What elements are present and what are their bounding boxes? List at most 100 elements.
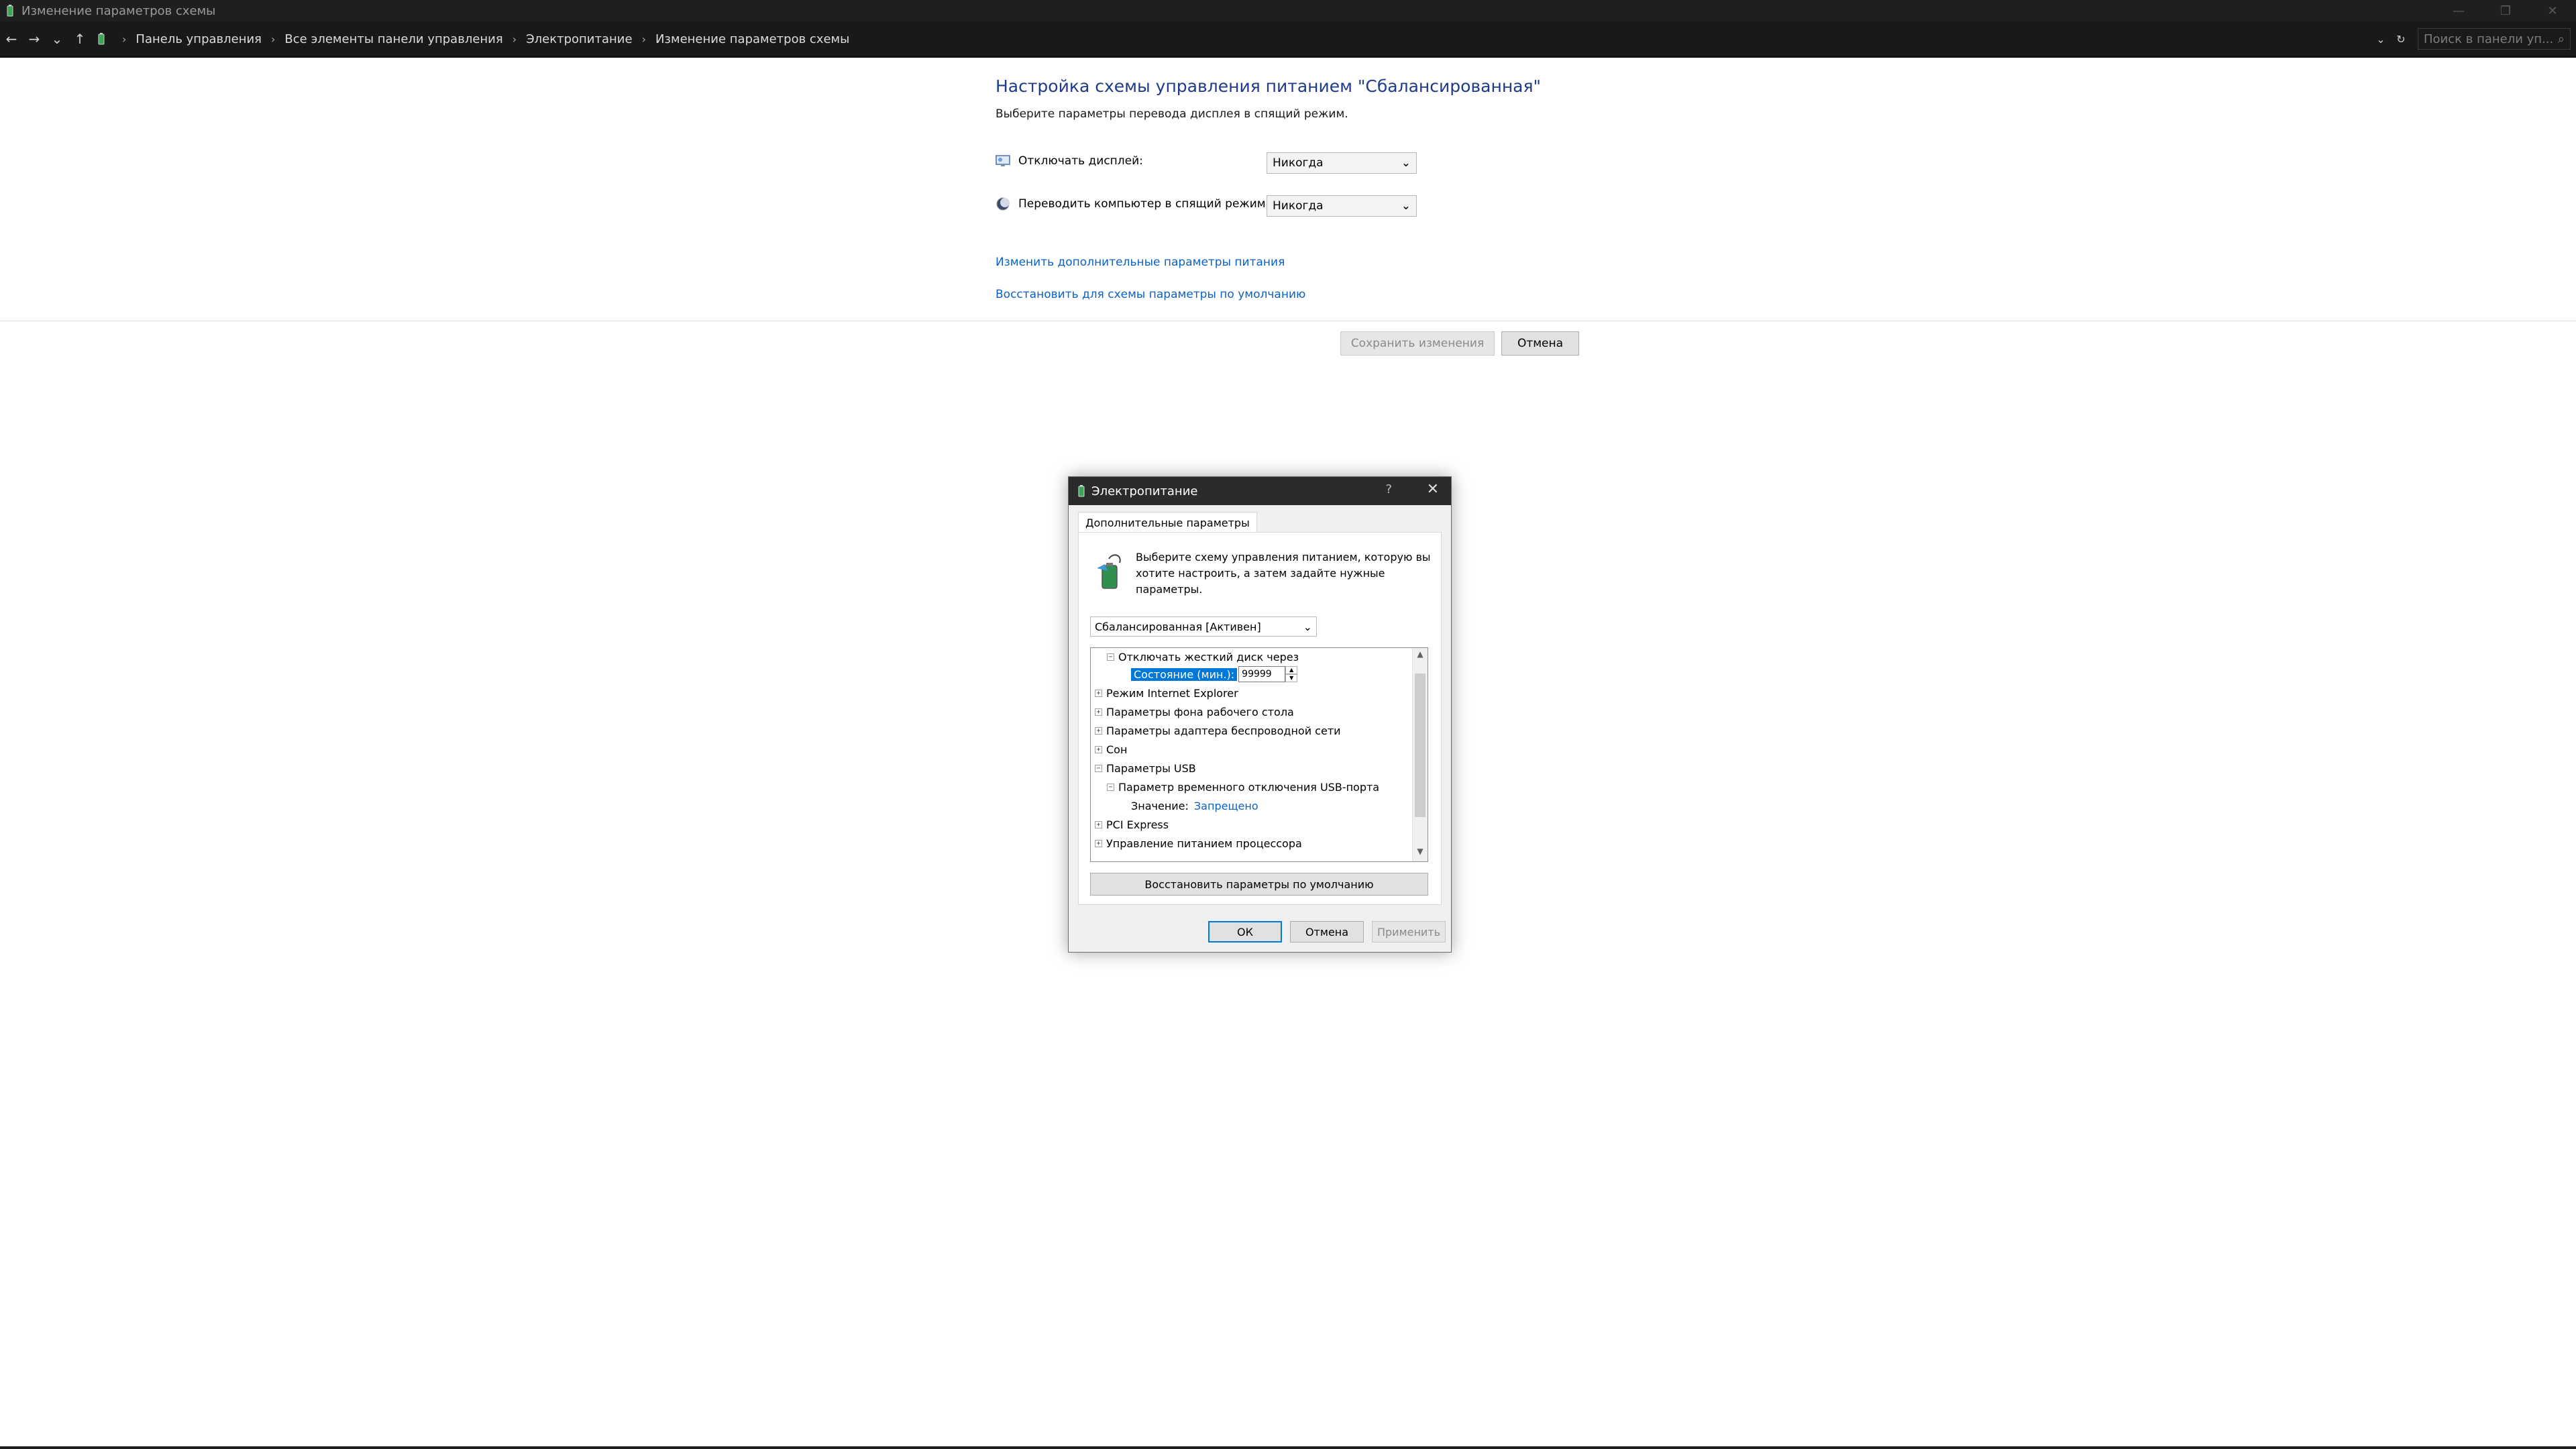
minutes-value[interactable]: 99999 xyxy=(1238,666,1286,682)
breadcrumb-item-edit-plan[interactable]: Изменение параметров схемы xyxy=(655,32,849,46)
recent-locations-button[interactable]: ⌄ xyxy=(46,25,68,52)
tree-label: Сон xyxy=(1106,743,1128,756)
sleep-label: Переводить компьютер в спящий режим: xyxy=(1018,197,1270,211)
expand-icon[interactable]: + xyxy=(1095,727,1102,735)
tree-item-usb-suspend[interactable]: − Параметр временного отключения USB-пор… xyxy=(1107,778,1379,796)
power-plan-icon xyxy=(1097,554,1121,589)
dialog-title: Электропитание xyxy=(1091,484,1198,498)
dialog-cancel-button[interactable]: Отмена xyxy=(1290,921,1364,943)
collapse-icon[interactable]: − xyxy=(1095,764,1102,772)
tree-label: Параметры адаптера беспроводной сети xyxy=(1106,724,1341,737)
scroll-down-icon[interactable]: ▼ xyxy=(1413,847,1428,860)
minutes-stepper[interactable]: 99999 ▲ ▼ xyxy=(1238,666,1298,682)
tree-label-selected: Состояние (мин.): xyxy=(1131,667,1238,681)
address-dropdown-icon[interactable]: ⌄ xyxy=(2371,33,2391,46)
tree-label: Параметры фона рабочего стола xyxy=(1106,705,1294,718)
settings-tree[interactable]: − Отключать жесткий диск через Состояние… xyxy=(1090,647,1428,862)
expand-icon[interactable]: + xyxy=(1095,745,1102,753)
tree-item-ie-mode[interactable]: + Режим Internet Explorer xyxy=(1095,684,1238,702)
search-input[interactable]: Поиск в панели уп... ⌕ xyxy=(2418,28,2571,50)
window-title: Изменение параметров схемы xyxy=(21,3,216,18)
display-off-label: Отключать дисплей: xyxy=(1018,154,1143,168)
tree-item-disk-state[interactable]: Состояние (мин.): 99999 ▲ ▼ xyxy=(1131,665,1298,683)
tree-label: Значение: xyxy=(1131,799,1189,812)
power-plan-select[interactable]: Сбалансированная [Активен] ⌄ xyxy=(1090,616,1317,637)
refresh-icon[interactable]: ↻ xyxy=(2391,33,2411,46)
up-button[interactable]: ↑ xyxy=(68,25,91,52)
breadcrumb-chevron-icon[interactable]: › xyxy=(513,33,517,46)
tree-label: Управление питанием процессора xyxy=(1106,837,1302,850)
save-changes-button[interactable]: Сохранить изменения xyxy=(1340,331,1495,356)
tree-item-cpu-power[interactable]: + Управление питанием процессора xyxy=(1095,835,1302,852)
close-button[interactable]: ✕ xyxy=(2529,0,2576,21)
window-titlebar: Изменение параметров схемы — ❐ ✕ xyxy=(0,0,2576,21)
monitor-icon xyxy=(996,155,1010,166)
dialog-titlebar: Электропитание ? ✕ xyxy=(1069,477,1451,505)
breadcrumb-item-power-options[interactable]: Электропитание xyxy=(526,32,632,46)
breadcrumb-item-all-items[interactable]: Все элементы панели управления xyxy=(284,32,502,46)
tree-item-pci-express[interactable]: + PCI Express xyxy=(1095,816,1169,833)
breadcrumb-item-control-panel[interactable]: Панель управления xyxy=(136,32,262,46)
minimize-button[interactable]: — xyxy=(2435,0,2482,21)
moon-icon xyxy=(996,197,1010,211)
sleep-select[interactable]: Никогда ⌄ xyxy=(1267,195,1417,217)
address-bar-actions: ⌄ ↻ Поиск в панели уп... ⌕ xyxy=(2371,21,2576,56)
chevron-down-icon: ⌄ xyxy=(1401,156,1411,170)
tree-label: Параметр временного отключения USB-порта xyxy=(1118,780,1380,794)
scroll-up-icon[interactable]: ▲ xyxy=(1413,649,1428,663)
power-plan-value: Сбалансированная [Активен] xyxy=(1095,620,1261,633)
window-controls: — ❐ ✕ xyxy=(2435,0,2576,21)
expand-icon[interactable]: + xyxy=(1095,689,1102,697)
search-icon: ⌕ xyxy=(2557,32,2565,46)
tree-item-usb-value[interactable]: Значение: Запрещено xyxy=(1131,797,1258,814)
advanced-settings-link[interactable]: Изменить дополнительные параметры питани… xyxy=(996,256,1285,269)
expand-icon[interactable]: + xyxy=(1095,708,1102,716)
tree-item-usb[interactable]: − Параметры USB xyxy=(1095,759,1196,777)
restore-button[interactable]: ❐ xyxy=(2482,0,2529,21)
forward-button[interactable]: → xyxy=(23,25,46,52)
tree-scrollbar[interactable]: ▲ ▼ xyxy=(1412,648,1428,861)
tree-label: Режим Internet Explorer xyxy=(1106,686,1238,700)
power-options-icon xyxy=(98,33,105,45)
tree-item-sleep[interactable]: + Сон xyxy=(1095,741,1127,758)
chevron-down-icon: ⌄ xyxy=(1303,620,1312,633)
dialog-description: Выберите схему управления питанием, кото… xyxy=(1136,551,1431,596)
close-icon[interactable]: ✕ xyxy=(1427,481,1439,498)
cancel-button[interactable]: Отмена xyxy=(1501,331,1579,356)
page-subtitle: Выберите параметры перевода дисплея в сп… xyxy=(996,107,1348,121)
search-placeholder: Поиск в панели уп... xyxy=(2424,32,2554,46)
breadcrumb-chevron-icon[interactable]: › xyxy=(642,33,646,46)
tab-advanced-settings[interactable]: Дополнительные параметры xyxy=(1078,512,1257,533)
power-options-icon xyxy=(7,5,13,17)
breadcrumb: › Панель управления › Все элементы панел… xyxy=(95,32,849,46)
apply-button[interactable]: Применить xyxy=(1372,921,1446,943)
chevron-down-icon: ⌄ xyxy=(1401,199,1411,213)
collapse-icon[interactable]: − xyxy=(1107,783,1114,791)
help-icon[interactable]: ? xyxy=(1385,482,1392,496)
expand-icon[interactable]: + xyxy=(1095,839,1102,847)
breadcrumb-chevron-icon[interactable]: › xyxy=(122,33,126,46)
stepper-arrows[interactable]: ▲ ▼ xyxy=(1285,666,1298,682)
stepper-up-icon[interactable]: ▲ xyxy=(1285,666,1298,674)
tree-label: Отключать жесткий диск через xyxy=(1118,650,1299,663)
breadcrumb-chevron-icon[interactable]: › xyxy=(271,33,275,46)
tree-item-hard-disk[interactable]: − Отключать жесткий диск через xyxy=(1107,648,1299,665)
display-off-select[interactable]: Никогда ⌄ xyxy=(1267,152,1417,174)
collapse-icon[interactable]: − xyxy=(1107,653,1114,661)
stepper-down-icon[interactable]: ▼ xyxy=(1285,674,1298,682)
address-bar: ← → ⌄ ↑ › Панель управления › Все элемен… xyxy=(0,21,2576,58)
sleep-value: Никогда xyxy=(1273,199,1324,213)
tree-label: Параметры USB xyxy=(1106,761,1196,775)
tree-item-desktop-background[interactable]: + Параметры фона рабочего стола xyxy=(1095,703,1294,720)
expand-icon[interactable]: + xyxy=(1095,820,1102,828)
power-options-icon xyxy=(1078,485,1085,497)
tree-item-wireless-adapter[interactable]: + Параметры адаптера беспроводной сети xyxy=(1095,722,1341,739)
ok-button[interactable]: ОК xyxy=(1208,921,1282,943)
scroll-thumb[interactable] xyxy=(1415,674,1426,817)
restore-defaults-link[interactable]: Восстановить для схемы параметры по умол… xyxy=(996,288,1305,301)
restore-defaults-button[interactable]: Восстановить параметры по умолчанию xyxy=(1090,873,1428,896)
taskbar-edge xyxy=(0,1446,2576,1449)
display-off-row: Отключать дисплей: xyxy=(996,154,1143,168)
usb-suspend-value-link[interactable]: Запрещено xyxy=(1194,800,1258,812)
back-button[interactable]: ← xyxy=(0,25,23,52)
